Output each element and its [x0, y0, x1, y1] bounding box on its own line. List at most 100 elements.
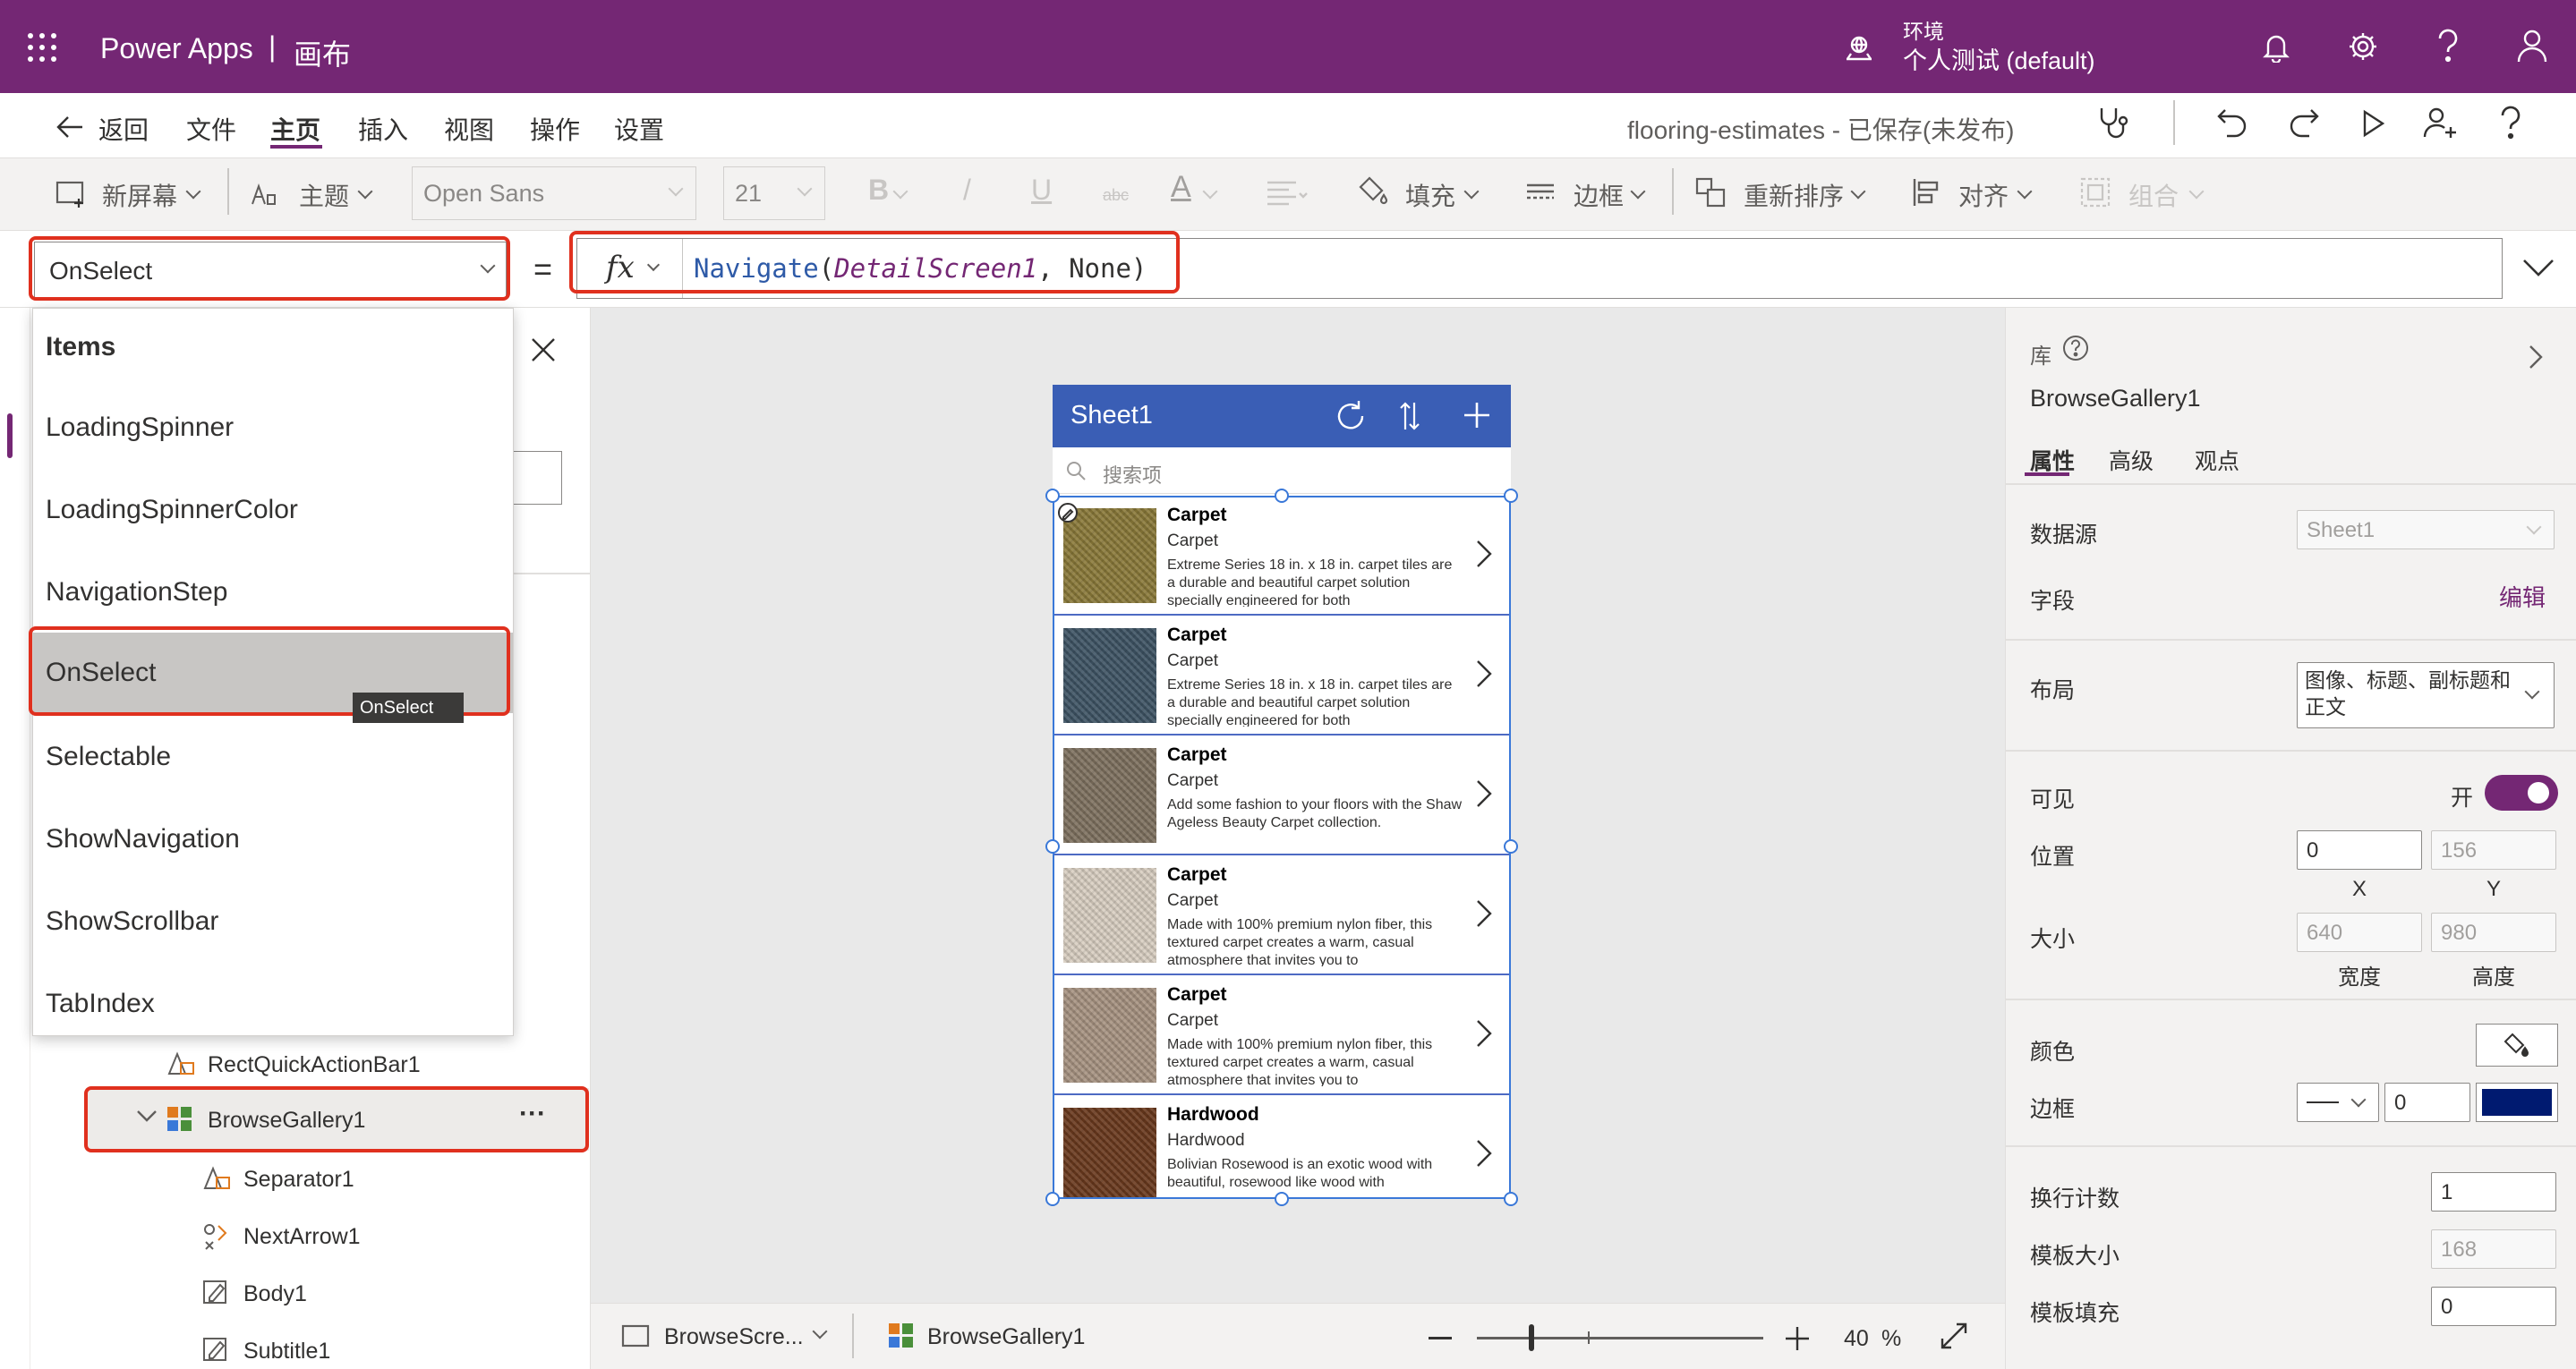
fields-edit-link[interactable]: 编辑	[2499, 580, 2546, 613]
control-name: BrowseGallery1	[2030, 385, 2201, 412]
gallery-search-box[interactable]: 搜索项	[1053, 447, 1511, 494]
resize-handle[interactable]	[1504, 489, 1518, 503]
current-screen-label[interactable]: BrowseScre...	[664, 1324, 804, 1350]
text-align-icon[interactable]	[1266, 179, 1309, 206]
screen-icon	[621, 1324, 650, 1348]
underline-button[interactable]: U	[1031, 174, 1052, 207]
font-color-button[interactable]: A	[1171, 170, 1191, 205]
tree-item-subtitle1[interactable]: Subtitle1	[243, 1339, 330, 1365]
user-account-icon[interactable]	[2517, 29, 2547, 63]
gallery-selection-frame[interactable]	[1053, 496, 1511, 1199]
font-size-value: 21	[735, 180, 763, 207]
refresh-icon[interactable]	[1334, 399, 1368, 433]
resize-handle[interactable]	[1045, 1192, 1060, 1206]
tab-ideas[interactable]: 观点	[2195, 444, 2239, 476]
tab-advanced[interactable]: 高级	[2109, 444, 2154, 476]
zoom-slider-track[interactable]	[1477, 1337, 1763, 1339]
dropdown-item[interactable]: LoadingSpinnerColor	[46, 495, 298, 525]
resize-handle[interactable]	[1275, 1192, 1289, 1206]
menu-settings[interactable]: 设置	[614, 111, 664, 147]
layout-select[interactable]: 图像、标题、副标题和正文	[2297, 662, 2555, 728]
visible-state: 开	[2451, 786, 2474, 811]
help-question-icon[interactable]	[2499, 106, 2522, 140]
preview-play-icon[interactable]	[2361, 109, 2386, 138]
dropdown-item[interactable]: ShowNavigation	[46, 824, 240, 855]
resize-handle[interactable]	[1504, 839, 1518, 854]
color-picker[interactable]	[2476, 1024, 2558, 1067]
selected-control-label[interactable]: BrowseGallery1	[927, 1324, 1085, 1350]
resize-handle[interactable]	[1275, 489, 1289, 503]
position-y-input[interactable]: 156	[2431, 830, 2556, 870]
template-padding-input[interactable]: 0	[2431, 1287, 2556, 1326]
tree-item-rectquickactionbar1[interactable]: RectQuickActionBar1	[208, 1052, 421, 1078]
app-name[interactable]: Power Apps	[100, 32, 253, 65]
zoom-slider-thumb[interactable]	[1529, 1324, 1534, 1351]
height-input[interactable]: 980	[2431, 913, 2556, 952]
resize-handle[interactable]	[1045, 839, 1060, 854]
environment-icon	[1844, 34, 1874, 63]
resize-handle[interactable]	[1504, 1192, 1518, 1206]
active-tab-underline	[2025, 472, 2069, 476]
chevron-right-icon[interactable]	[2528, 344, 2544, 370]
group-button[interactable]: 组合	[2128, 177, 2179, 213]
app-launcher-icon[interactable]	[27, 32, 57, 63]
dropdown-item[interactable]: NavigationStep	[46, 577, 227, 608]
menu-home[interactable]: 主页	[270, 111, 320, 147]
wrap-count-input[interactable]: 1	[2431, 1172, 2556, 1212]
font-family-select[interactable]: Open Sans	[412, 166, 696, 220]
add-item-icon[interactable]	[1463, 401, 1491, 429]
notifications-icon[interactable]	[2263, 32, 2290, 63]
width-input[interactable]: 640	[2297, 913, 2422, 952]
strikethrough-button[interactable]: abc	[1103, 186, 1129, 205]
help-icon[interactable]	[2436, 29, 2460, 63]
position-x-input[interactable]: 0	[2297, 830, 2422, 870]
group-icon	[2080, 177, 2111, 208]
tree-item-body1[interactable]: Body1	[243, 1281, 307, 1307]
info-help-icon[interactable]	[2062, 335, 2089, 361]
redo-icon[interactable]	[2288, 107, 2320, 138]
visible-toggle[interactable]	[2485, 775, 2558, 811]
resize-handle[interactable]	[1045, 489, 1060, 503]
tab-properties[interactable]: 属性	[2030, 444, 2075, 476]
menu-action[interactable]: 操作	[530, 111, 580, 147]
font-size-select[interactable]: 21	[723, 166, 825, 220]
app-checker-stethoscope-icon[interactable]	[2096, 106, 2130, 141]
tree-item-nextarrow1[interactable]: NextArrow1	[243, 1224, 361, 1250]
theme-button[interactable]: 主题	[299, 177, 349, 213]
italic-button[interactable]: /	[963, 174, 971, 207]
environment-name[interactable]: 个人测试 (default)	[1903, 41, 2095, 76]
tree-item-separator1[interactable]: Separator1	[243, 1167, 354, 1193]
zoom-out-icon[interactable]	[1429, 1337, 1452, 1340]
share-user-add-icon[interactable]	[2422, 106, 2458, 141]
fit-to-window-icon[interactable]	[1939, 1321, 1969, 1351]
fill-button[interactable]: 填充	[1405, 177, 1455, 213]
align-button[interactable]: 对齐	[1958, 177, 2009, 213]
border-button[interactable]: 边框	[1574, 177, 1624, 213]
dropdown-item[interactable]: ShowScrollbar	[46, 906, 218, 937]
reorder-button[interactable]: 重新排序	[1744, 177, 1844, 213]
close-icon[interactable]	[530, 336, 557, 363]
undo-icon[interactable]	[2216, 107, 2248, 138]
search-box-edge[interactable]	[514, 451, 562, 505]
dropdown-item[interactable]: Selectable	[46, 742, 171, 772]
settings-gear-icon[interactable]	[2347, 30, 2379, 63]
dropdown-item[interactable]: TabIndex	[46, 989, 155, 1019]
new-screen-button[interactable]: 新屏幕	[102, 177, 177, 213]
border-width-input[interactable]: 0	[2384, 1083, 2470, 1122]
back-button[interactable]: 返回	[98, 111, 149, 147]
dropdown-item[interactable]: LoadingSpinner	[46, 412, 234, 443]
border-color-swatch	[2482, 1089, 2552, 1116]
back-arrow-icon[interactable]	[55, 115, 84, 140]
expand-formula-chevron-icon[interactable]	[2522, 258, 2555, 277]
menu-insert[interactable]: 插入	[358, 111, 408, 147]
border-style-select[interactable]	[2297, 1083, 2379, 1122]
menu-view[interactable]: 视图	[444, 111, 494, 147]
tooltip: OnSelect	[353, 693, 464, 723]
menu-file[interactable]: 文件	[186, 111, 236, 147]
border-color-picker[interactable]	[2476, 1083, 2558, 1122]
sort-icon[interactable]	[1400, 401, 1420, 431]
datasource-select[interactable]: Sheet1	[2297, 510, 2555, 549]
template-size-input[interactable]: 168	[2431, 1229, 2556, 1269]
zoom-in-icon[interactable]	[1785, 1326, 1810, 1351]
bold-button[interactable]: B	[868, 174, 889, 207]
